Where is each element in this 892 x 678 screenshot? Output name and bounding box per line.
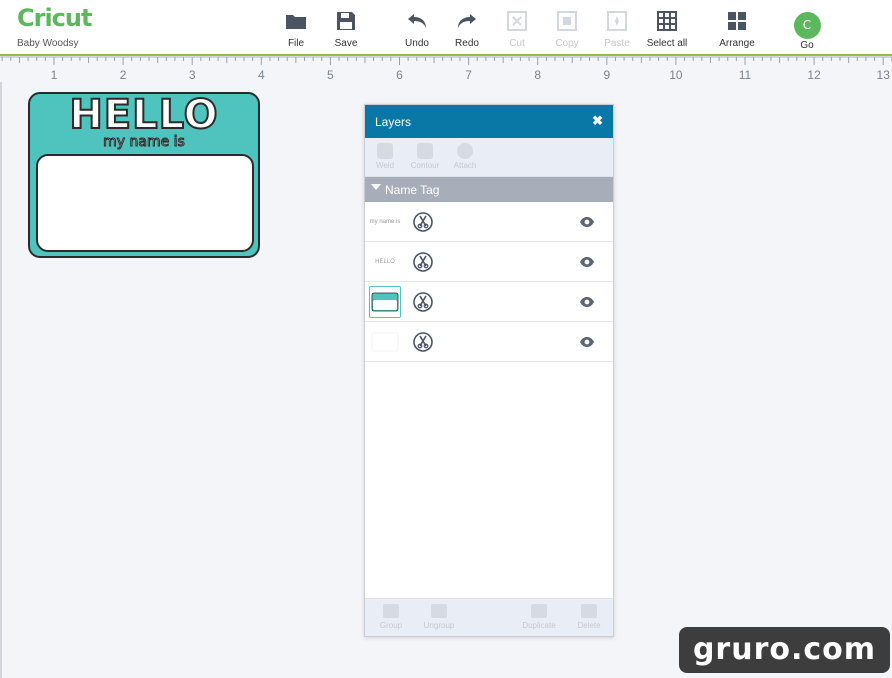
select-all-label: Select all: [646, 38, 688, 49]
contour-button[interactable]: Contour: [405, 143, 445, 170]
layers-header: Layers ✖: [365, 105, 613, 138]
weld-button[interactable]: Weld: [365, 143, 405, 170]
delete-button[interactable]: Delete: [567, 604, 611, 630]
ruler-label: 2: [120, 68, 127, 82]
eye-icon[interactable]: [579, 295, 595, 313]
grid-select-icon: [637, 8, 697, 34]
name-write-area[interactable]: [36, 154, 254, 252]
ungroup-icon: [431, 604, 447, 618]
layer-thumbnail: my name is: [369, 219, 401, 225]
my-name-is-text[interactable]: my name is: [30, 134, 258, 151]
weld-label: Weld: [375, 161, 395, 170]
layer-row[interactable]: my name is: [365, 202, 613, 242]
group-name: Name Tag: [385, 183, 440, 197]
go-label: Go: [800, 40, 814, 51]
ungroup-label: Ungroup: [423, 621, 455, 630]
name-tag-design[interactable]: HELLO my name is: [28, 91, 260, 258]
group-label: Group: [379, 621, 403, 630]
save-label: Save: [334, 38, 358, 49]
ruler-label: 10: [669, 68, 683, 82]
ruler-ticks: 1 2 3 4 5 6 7 8 9 10 11 12 13: [0, 56, 892, 82]
horizontal-ruler: 1 2 3 4 5 6 7 8 9 10 11 12 13: [0, 56, 892, 82]
ungroup-button[interactable]: Ungroup: [417, 604, 461, 630]
ruler-label: 12: [807, 68, 821, 82]
go-button[interactable]: C Go: [777, 12, 837, 51]
layer-thumbnail: HELLO: [375, 259, 395, 265]
layer-group-name-tag[interactable]: Name Tag: [365, 177, 613, 202]
layers-panel: Layers ✖ Weld Contour Attach Name Tag my…: [364, 104, 614, 637]
ruler-label: 13: [877, 68, 891, 82]
duplicate-icon: [531, 604, 547, 618]
trash-icon: [581, 604, 597, 618]
ruler-label: 9: [603, 68, 610, 82]
ruler-label: 1: [51, 68, 58, 82]
close-icon[interactable]: ✖: [592, 113, 603, 129]
ruler-label: 8: [534, 68, 541, 82]
scissors-icon[interactable]: [413, 211, 433, 238]
attach-icon: [457, 143, 473, 159]
watermark: gruro.com: [679, 627, 890, 673]
ruler-label: 6: [396, 68, 403, 82]
collapse-triangle-icon[interactable]: [371, 184, 381, 190]
select-all-button[interactable]: Select all: [637, 8, 697, 49]
ruler-label: 7: [465, 68, 472, 82]
arrange-label: Arrange: [719, 38, 755, 49]
hello-text[interactable]: HELLO: [30, 91, 258, 139]
contour-label: Contour: [410, 161, 440, 170]
arrange-button[interactable]: Arrange: [707, 8, 767, 49]
cricut-logo[interactable]: Cricut: [17, 4, 92, 32]
layer-row[interactable]: [365, 282, 613, 322]
eye-icon[interactable]: [579, 255, 595, 273]
eye-icon[interactable]: [579, 335, 595, 353]
ruler-label: 5: [327, 68, 334, 82]
layer-row[interactable]: [365, 322, 613, 362]
scissors-icon[interactable]: [413, 251, 433, 278]
arrange-icon: [707, 8, 767, 34]
ruler-label: 11: [739, 68, 752, 82]
layer-row[interactable]: HELLO: [365, 242, 613, 282]
top-toolbar: Cricut Baby Woodsy File Save Undo Redo C…: [0, 0, 892, 56]
attach-label: Attach: [453, 161, 477, 170]
layer-thumbnail: [369, 326, 401, 358]
layers-footer: Group Ungroup Duplicate Delete: [365, 598, 613, 636]
ruler-label: 4: [258, 68, 265, 82]
eye-icon[interactable]: [579, 215, 595, 233]
save-button[interactable]: Save: [316, 8, 376, 49]
vertical-ruler: [0, 82, 12, 678]
group-button[interactable]: Group: [369, 604, 413, 630]
go-badge: C: [793, 12, 821, 39]
layer-thumbnail: [369, 286, 401, 318]
attach-button[interactable]: Attach: [445, 143, 485, 170]
layer-actions-bar: Weld Contour Attach: [365, 138, 613, 177]
delete-label: Delete: [577, 621, 601, 630]
duplicate-button[interactable]: Duplicate: [517, 604, 561, 630]
scissors-icon[interactable]: [413, 291, 433, 318]
scissors-icon[interactable]: [413, 331, 433, 358]
weld-icon: [377, 143, 393, 159]
ruler-label: 3: [189, 68, 196, 82]
project-name: Baby Woodsy: [17, 38, 79, 49]
layers-title: Layers: [375, 115, 412, 129]
floppy-disk-icon: [316, 8, 376, 34]
group-icon: [383, 604, 399, 618]
contour-icon: [417, 143, 433, 159]
duplicate-label: Duplicate: [522, 621, 556, 630]
